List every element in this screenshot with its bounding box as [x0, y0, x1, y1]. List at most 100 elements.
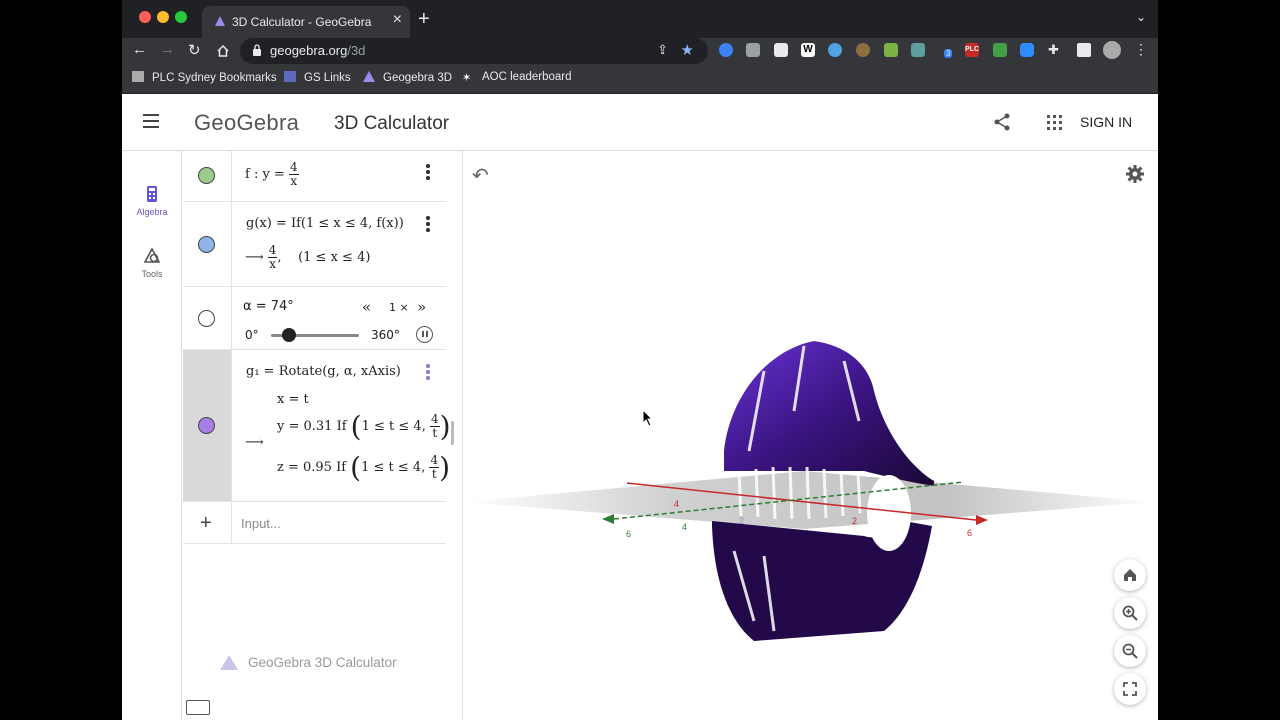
more-options-icon[interactable]: [426, 164, 430, 182]
expression-g1[interactable]: g₁ = Rotate(g, α, xAxis): [246, 364, 401, 379]
bookmark-plc-sydney[interactable]: PLC Sydney Bookmarks: [132, 71, 277, 84]
gs-links-icon: [284, 71, 296, 82]
denominator: x: [290, 174, 298, 188]
reload-icon[interactable]: ↻: [188, 41, 201, 59]
bookmark-star-icon[interactable]: ★: [681, 41, 694, 59]
paren-open: (: [350, 451, 362, 484]
speed-label[interactable]: 1 ×: [389, 301, 409, 314]
maximize-window-button[interactable]: [175, 11, 187, 23]
back-icon[interactable]: ←: [132, 41, 147, 58]
menu-icon[interactable]: [143, 114, 159, 128]
paren-close: ): [439, 451, 451, 484]
extension-camera-icon[interactable]: [911, 43, 925, 57]
new-tab-button[interactable]: +: [418, 8, 430, 31]
g1-x-component: x = t: [277, 392, 309, 407]
bookmark-gs-links[interactable]: GS Links: [284, 71, 351, 84]
tab-search-icon[interactable]: ⌄: [1136, 10, 1146, 24]
extension-badge-count: 3: [944, 49, 953, 58]
geogebra-icon: [363, 71, 375, 82]
rail-tools-tab[interactable]: Tools: [122, 247, 182, 279]
extension-w-icon[interactable]: W: [801, 43, 815, 57]
slower-icon[interactable]: «: [362, 298, 371, 316]
algebra-row-alpha[interactable]: α = 74° « 1 × » 0° 360°: [183, 287, 446, 350]
star-icon: ✶: [462, 72, 472, 84]
f-lhs: f : y =: [245, 167, 285, 182]
extension-check-icon[interactable]: [828, 43, 842, 57]
visibility-toggle-g[interactable]: [198, 236, 215, 253]
row-marker: [183, 202, 232, 286]
expression-g[interactable]: g(x) = If(1 ≤ x ≤ 4, f(x)): [246, 216, 404, 231]
address-bar[interactable]: geogebra.org/3d ⇪ ★: [240, 38, 708, 64]
mouse-cursor-icon: [642, 409, 654, 427]
visibility-toggle-alpha[interactable]: [198, 310, 215, 327]
bookmarks-bar: PLC Sydney Bookmarks GS Links Geogebra 3…: [122, 64, 1158, 94]
fullscreen-button[interactable]: [1114, 673, 1146, 705]
close-window-button[interactable]: [139, 11, 151, 23]
browser-menu-icon[interactable]: ⋮: [1134, 41, 1148, 58]
pause-animation-button[interactable]: [416, 326, 433, 343]
geogebra-logo[interactable]: GeoGebra: [194, 110, 299, 136]
zoom-in-icon: [1122, 605, 1138, 621]
extension-tag-icon[interactable]: [993, 43, 1007, 57]
lock-icon[interactable]: [252, 44, 262, 56]
alpha-label[interactable]: α = 74°: [243, 299, 294, 314]
sign-in-button[interactable]: SIGN IN: [1080, 114, 1132, 130]
visibility-toggle-g1[interactable]: [198, 417, 215, 434]
more-options-icon[interactable]: [426, 216, 430, 234]
more-options-icon[interactable]: [426, 364, 430, 382]
rail-algebra-label: Algebra: [136, 207, 168, 217]
algebra-input[interactable]: Input...: [241, 516, 281, 531]
tab-title: 3D Calculator - GeoGebra: [232, 15, 372, 29]
algebra-row-g[interactable]: g(x) = If(1 ≤ x ≤ 4, f(x)) ⟶ 4x, (1 ≤ x …: [183, 202, 446, 287]
algebra-row-f[interactable]: f : y = 4x: [183, 151, 446, 202]
side-panel-icon[interactable]: [1077, 43, 1091, 57]
share-page-icon[interactable]: ⇪: [657, 42, 668, 58]
tools-icon: [143, 247, 161, 263]
zoom-out-button[interactable]: [1114, 635, 1146, 667]
rail-algebra-tab[interactable]: Algebra: [122, 185, 182, 217]
row-marker: +: [183, 502, 232, 543]
zoom-in-button[interactable]: [1114, 597, 1146, 629]
alpha-slider-handle[interactable]: [282, 328, 297, 342]
profile-avatar[interactable]: [1103, 41, 1121, 59]
extensions-puzzle-icon[interactable]: ✚: [1048, 43, 1062, 57]
minimize-window-button[interactable]: [157, 11, 169, 23]
extension-drop-icon[interactable]: [719, 43, 733, 57]
expression-f[interactable]: f : y = 4x: [245, 161, 299, 188]
tab-strip: 3D Calculator - GeoGebra × + ⌄: [122, 0, 1158, 38]
extension-shape-icon[interactable]: [774, 43, 788, 57]
url-path: /3d: [347, 43, 366, 58]
faster-icon[interactable]: »: [417, 298, 426, 316]
forward-icon[interactable]: →: [160, 41, 175, 58]
plus-icon[interactable]: +: [200, 512, 212, 535]
calculator-icon: [147, 186, 157, 202]
home-icon[interactable]: [216, 44, 230, 58]
y-axis-label-4: 4: [682, 522, 687, 532]
browser-tab[interactable]: 3D Calculator - GeoGebra ×: [202, 6, 410, 38]
scene-3d[interactable]: 4 2 6 6 4 2: [464, 151, 1158, 720]
y-axis-label-6: 6: [626, 529, 631, 539]
extension-plc-icon[interactable]: PLC: [965, 43, 979, 57]
home-icon: [1124, 569, 1136, 581]
bookmark-label: GS Links: [304, 72, 351, 84]
extension-green-icon[interactable]: [884, 43, 898, 57]
keyboard-icon[interactable]: [186, 700, 210, 715]
browser-window: 3D Calculator - GeoGebra × + ⌄ ← → ↻ geo…: [122, 0, 1158, 720]
algebra-input-row[interactable]: + Input...: [183, 502, 446, 544]
extension-leaf-icon[interactable]: [856, 43, 870, 57]
graphics-3d-view[interactable]: ↶ 4 2 6 6 4 2: [464, 151, 1158, 720]
extension-badge-icon[interactable]: 3: [938, 43, 953, 58]
bookmark-geogebra-3d[interactable]: Geogebra 3D: [363, 71, 452, 84]
bookmark-aoc-leaderboard[interactable]: ✶ AOC leaderboard: [462, 71, 572, 84]
share-icon[interactable]: [992, 112, 1012, 132]
extension-screenshot-icon[interactable]: [746, 43, 760, 57]
apps-grid-icon[interactable]: [1047, 115, 1062, 130]
standard-view-button[interactable]: [1114, 559, 1146, 591]
arrow: ⟶: [245, 435, 264, 450]
visibility-toggle-f[interactable]: [198, 167, 215, 184]
extension-zoom-icon[interactable]: [1020, 43, 1034, 57]
algebra-view: f : y = 4x g(x) = If(1 ≤ x ≤ 4, f(x)) ⟶ …: [183, 151, 463, 720]
algebra-scrollbar[interactable]: [451, 421, 454, 445]
close-tab-icon[interactable]: ×: [393, 11, 402, 29]
algebra-row-g1[interactable]: g₁ = Rotate(g, α, xAxis) x = t y = 0.31 …: [183, 350, 451, 502]
